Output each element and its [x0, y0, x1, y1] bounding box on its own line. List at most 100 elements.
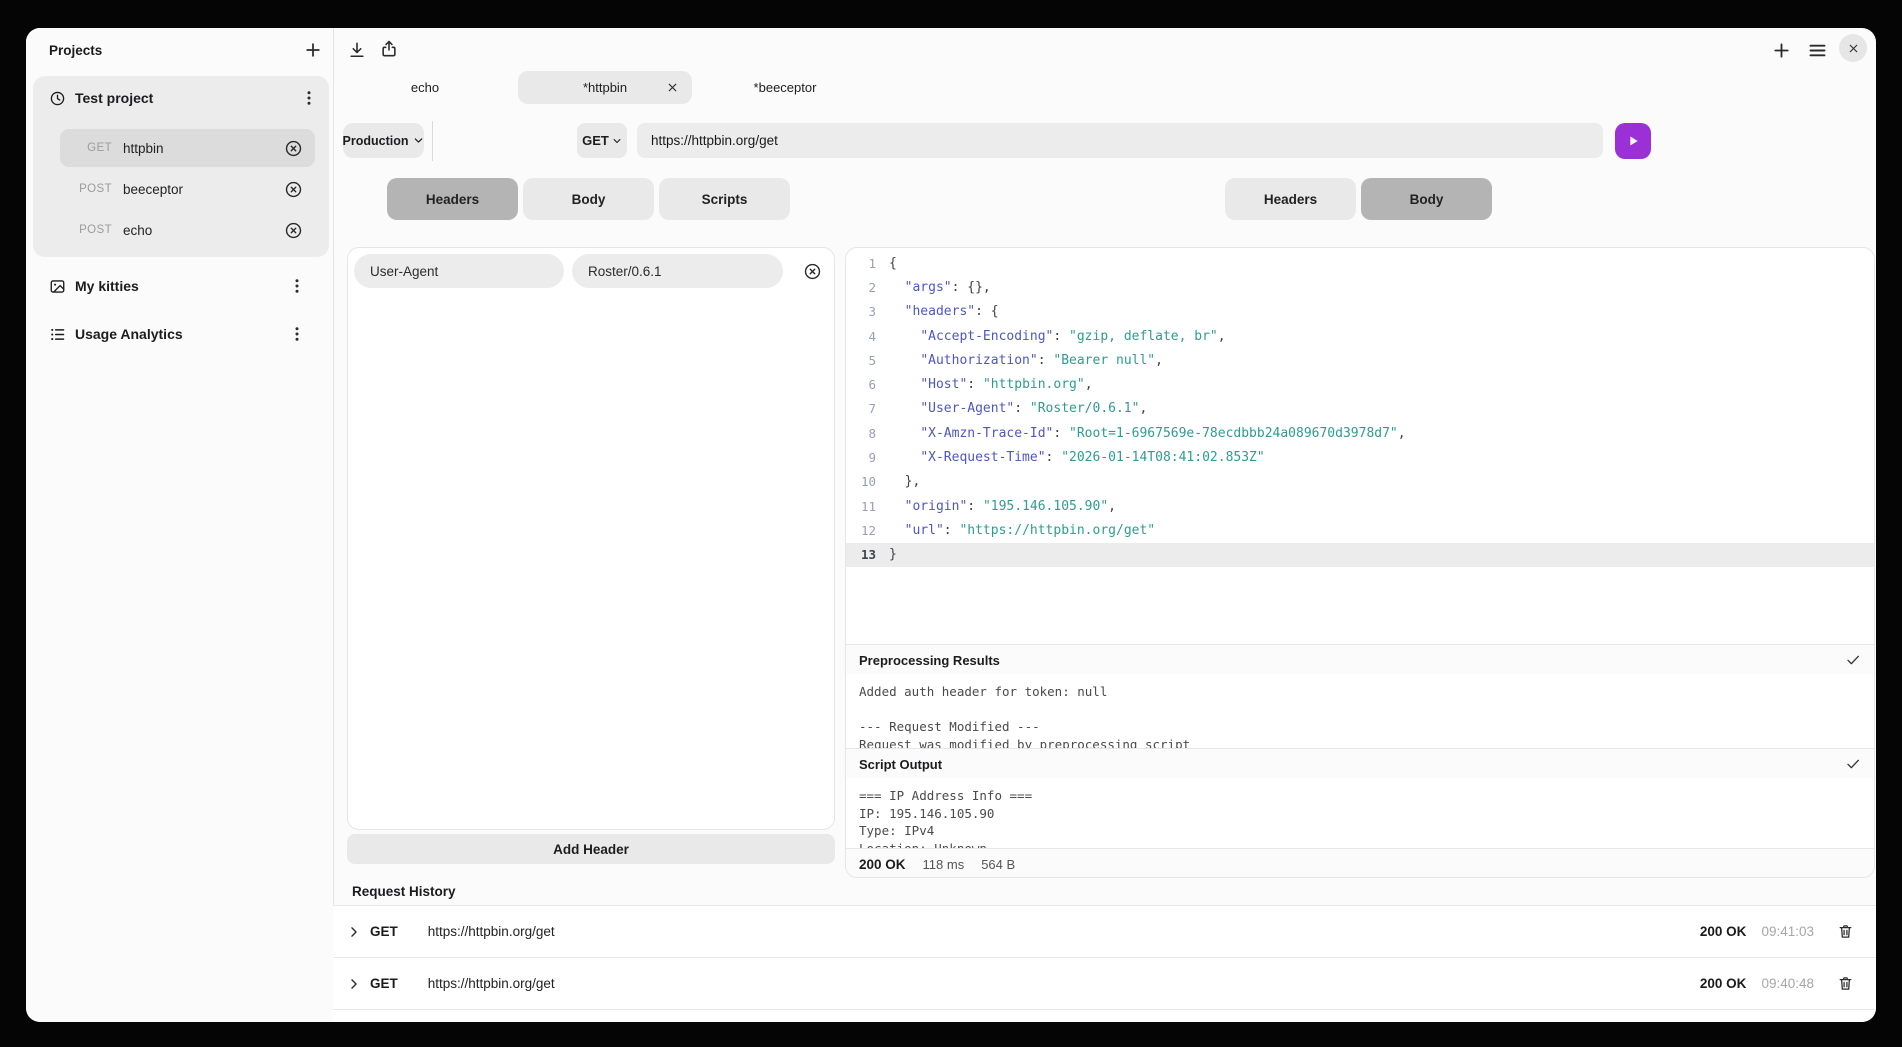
download-icon — [347, 40, 367, 60]
remove-request-button[interactable] — [284, 221, 303, 240]
request-name: httpbin — [123, 141, 284, 156]
chevron-right-icon[interactable] — [347, 977, 361, 991]
token: }, — [889, 474, 920, 489]
project-group-name: Test project — [75, 90, 299, 106]
send-request-button[interactable] — [1615, 123, 1651, 159]
line-number: 9 — [846, 450, 876, 465]
method-dropdown[interactable]: GET — [577, 123, 627, 158]
header-value-input[interactable]: Roster/0.6.1 — [572, 254, 783, 288]
project-group-card: Test project GET httpbin POSTbeeceptorPOST… — [33, 76, 329, 257]
tab-httpbin[interactable]: *httpbin — [518, 71, 692, 104]
request-history-list: GEThttps://httpbin.org/get200 OK09:41:03… — [333, 905, 1876, 1022]
url-input[interactable]: https://httpbin.org/get — [637, 123, 1603, 158]
token: : — [1053, 329, 1069, 344]
token: "gzip, deflate, br" — [1069, 329, 1218, 344]
token: : — [1053, 426, 1069, 441]
app-window: Projects Test project GET httpbin POSTbeec… — [26, 28, 1876, 1022]
plus-icon — [303, 40, 323, 60]
close-window-button[interactable] — [1839, 34, 1867, 62]
sidebar-request-beeceptor[interactable]: POSTbeeceptor — [60, 170, 315, 208]
url-text: https://httpbin.org/get — [651, 133, 778, 148]
share-button[interactable] — [378, 38, 400, 60]
header-row: User-AgentRoster/0.6.1 — [348, 248, 834, 288]
response-tab-headers[interactable]: Headers — [1225, 178, 1356, 220]
history-url: https://httpbin.org/get — [428, 924, 555, 939]
sidebar-item-usage-analytics[interactable]: Usage Analytics — [49, 320, 307, 348]
tab-beeceptor[interactable]: *beeceptor — [698, 71, 872, 104]
delete-history-button[interactable] — [1836, 923, 1854, 941]
environment-dropdown[interactable]: Production — [343, 123, 424, 158]
history-row[interactable]: GEThttps://httpbin.org/get200 OK09:40:48 — [333, 958, 1876, 1010]
line-number: 13 — [846, 547, 876, 562]
play-icon — [1625, 133, 1641, 149]
sidebar-request-echo[interactable]: POSTecho — [60, 211, 315, 249]
line-content: { — [889, 256, 897, 271]
token — [889, 280, 905, 295]
code-line: 7 "User-Agent": "Roster/0.6.1", — [846, 397, 1874, 421]
method-badge: GET — [60, 142, 112, 154]
response-card: 1{2 "args": {},3 "headers": {4 "Accept-E… — [845, 247, 1875, 878]
token — [889, 377, 920, 392]
add-project-button[interactable] — [302, 39, 324, 61]
chevron-right-icon[interactable] — [347, 925, 361, 939]
token: "195.146.105.90" — [983, 499, 1108, 514]
history-timestamp: 09:40:48 — [1761, 976, 1814, 991]
token: : — [944, 523, 960, 538]
sidebar-request-httpbin[interactable]: GET httpbin — [60, 129, 315, 167]
line-content: }, — [889, 474, 920, 489]
line-content: "User-Agent": "Roster/0.6.1", — [889, 401, 1147, 416]
tab-echo[interactable]: echo — [338, 71, 512, 104]
status-time: 118 ms — [923, 857, 965, 872]
token — [889, 426, 920, 441]
code-line: 12 "url": "https://httpbin.org/get" — [846, 518, 1874, 542]
preprocessing-results-header: Preprocessing Results — [846, 644, 1874, 675]
check-icon — [1845, 756, 1861, 772]
header-key-input[interactable]: User-Agent — [354, 254, 564, 288]
history-row[interactable]: GEThttps://httpbin.org/get200 OK09:41:03 — [333, 906, 1876, 958]
request-tab-headers[interactable]: Headers — [387, 178, 518, 220]
token: , — [1398, 426, 1406, 441]
clock-icon — [49, 90, 66, 107]
share-icon — [379, 39, 399, 59]
token: , — [1085, 377, 1093, 392]
code-line: 1{ — [846, 251, 1874, 275]
new-tab-button[interactable] — [1770, 39, 1792, 61]
code-line: 9 "X-Request-Time": "2026-01-14T08:41:02… — [846, 445, 1874, 469]
usage-analytics-menu-button[interactable] — [287, 324, 307, 344]
code-line: 4 "Accept-Encoding": "gzip, deflate, br"… — [846, 324, 1874, 348]
plus-icon — [1771, 40, 1792, 61]
tab-label: echo — [411, 80, 439, 95]
line-content: } — [889, 547, 897, 562]
line-number: 1 — [846, 256, 876, 271]
response-status-bar: 200 OK 118 ms 564 B — [846, 848, 1874, 878]
app-menu-button[interactable] — [1806, 39, 1828, 61]
add-header-button[interactable]: Add Header — [347, 834, 835, 864]
project-menu-button[interactable] — [299, 88, 319, 108]
remove-request-button[interactable] — [284, 139, 303, 158]
my-kitties-menu-button[interactable] — [287, 276, 307, 296]
sidebar-item-label: Usage Analytics — [75, 326, 287, 342]
code-line: 6 "Host": "httpbin.org", — [846, 372, 1874, 396]
request-tab-scripts[interactable]: Scripts — [659, 178, 790, 220]
close-tab-icon[interactable] — [666, 81, 679, 94]
sidebar-item-my-kitties[interactable]: My kitties — [49, 272, 307, 300]
download-button[interactable] — [346, 39, 368, 61]
request-name: beeceptor — [123, 182, 284, 197]
response-body-editor[interactable]: 1{2 "args": {},3 "headers": {4 "Accept-E… — [846, 248, 1874, 647]
projects-title: Projects — [49, 43, 102, 58]
token: "Roster/0.6.1" — [1030, 401, 1140, 416]
remove-header-button[interactable] — [803, 262, 822, 281]
request-tab-body[interactable]: Body — [523, 178, 654, 220]
project-group-header[interactable]: Test project — [49, 87, 319, 109]
token: , — [1155, 353, 1163, 368]
remove-request-button[interactable] — [284, 180, 303, 199]
delete-history-button[interactable] — [1836, 975, 1854, 993]
token: , — [1139, 401, 1147, 416]
project-request-list: GET httpbin POSTbeeceptorPOSTecho — [60, 129, 315, 252]
token — [889, 499, 905, 514]
response-tab-body[interactable]: Body — [1361, 178, 1492, 220]
token: : — [1038, 353, 1054, 368]
token: "Authorization" — [920, 353, 1037, 368]
token: "args" — [905, 280, 952, 295]
script-output-header: Script Output — [846, 748, 1874, 779]
